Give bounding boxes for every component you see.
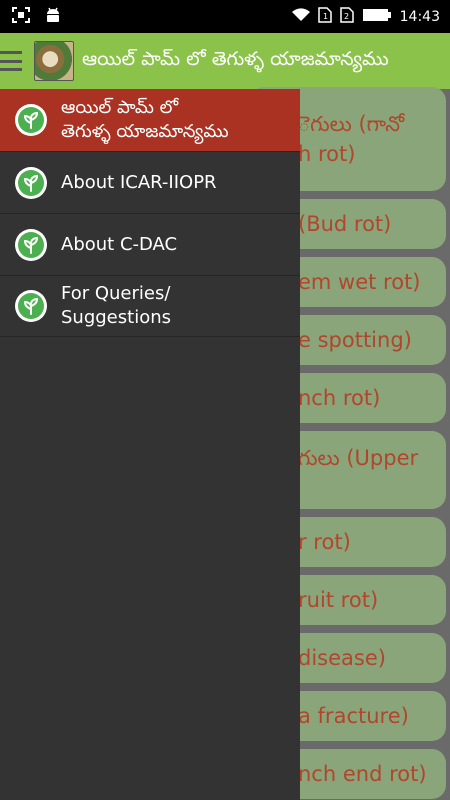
app-title: ఆయిల్ పామ్ లో తెగుళ్ళ యాజమాన్యము <box>82 47 389 70</box>
wifi-icon <box>291 7 310 26</box>
sim-1-icon: 1 <box>317 6 332 27</box>
status-bar: 1 2 14:43 <box>0 0 450 33</box>
drawer-item-label: About ICAR-IIOPR <box>61 171 217 193</box>
hamburger-icon[interactable] <box>0 51 22 71</box>
leaf-icon <box>15 228 47 261</box>
screenshot-icon <box>12 6 30 27</box>
leaf-icon <box>15 290 47 322</box>
drawer-item-label: For Queries/ Suggestions <box>61 283 171 328</box>
leaf-icon <box>15 104 47 136</box>
drawer-item-about-cdac[interactable]: About C-DAC <box>0 214 300 276</box>
drawer-item-home[interactable]: ఆయిల్ పామ్ లో తెగుళ్ళ యాజమాన్యము <box>0 89 300 152</box>
drawer-item-queries-suggestions[interactable]: For Queries/ Suggestions <box>0 276 300 337</box>
app-bar: ఆయిల్ పామ్ లో తెగుళ్ళ యాజమాన్యము <box>0 33 450 89</box>
battery-icon <box>362 8 392 26</box>
drawer-item-label: ఆయిల్ పామ్ లో తెగుళ్ళ యాజమాన్యము <box>61 97 229 142</box>
svg-text:1: 1 <box>323 12 328 21</box>
svg-text:2: 2 <box>344 12 349 21</box>
android-icon <box>44 6 62 28</box>
drawer-item-about-icar-iiopr[interactable]: About ICAR-IIOPR <box>0 152 300 214</box>
navigation-drawer: ఆయిల్ పామ్ లో తెగుళ్ళ యాజమాన్యము About I… <box>0 89 300 800</box>
leaf-icon <box>15 166 47 199</box>
clock: 14:43 <box>399 8 440 25</box>
sim-2-icon: 2 <box>339 6 354 27</box>
drawer-item-label: About C-DAC <box>61 233 178 255</box>
app-logo <box>34 41 74 81</box>
